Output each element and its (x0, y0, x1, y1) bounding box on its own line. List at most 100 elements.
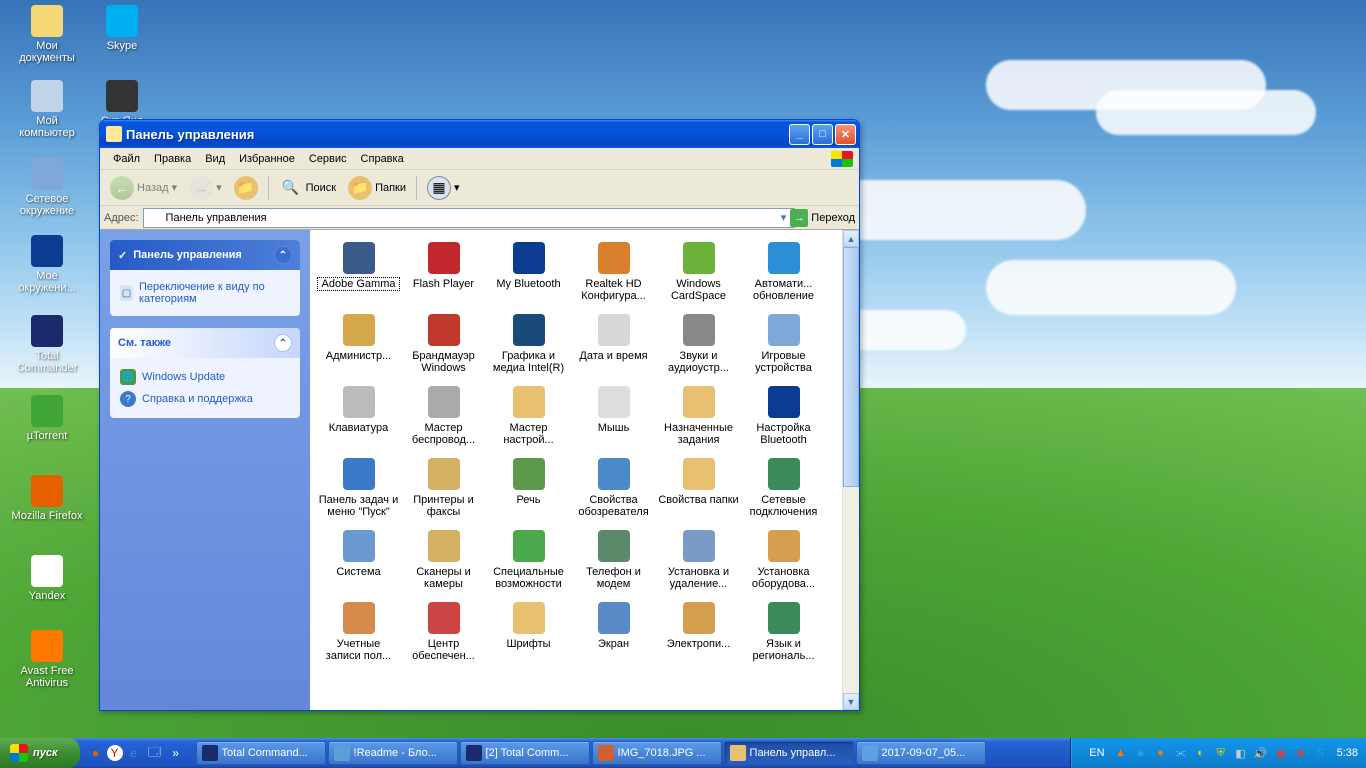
titlebar[interactable]: Панель управления _ □ ✕ (100, 120, 859, 148)
control-panel-item[interactable]: Звуки и аудиоустр... (656, 312, 741, 376)
control-panel-item[interactable]: Сетевые подключения (741, 456, 826, 520)
control-panel-item[interactable]: Учетные записи пол... (316, 600, 401, 664)
control-panel-item[interactable]: Система (316, 528, 401, 592)
control-panel-item[interactable]: Брандмауэр Windows (401, 312, 486, 376)
control-panel-item[interactable]: Администр... (316, 312, 401, 376)
panel-header[interactable]: ✓ Панель управления ⌃ (110, 240, 300, 270)
up-button[interactable]: 📁 (230, 174, 262, 202)
control-panel-item[interactable]: Графика и медиа Intel(R) (486, 312, 571, 376)
control-panel-item[interactable]: Назначенные задания (656, 384, 741, 448)
desktop-icon[interactable]: Мой компьютер (10, 80, 84, 139)
desktop-icon[interactable]: Мое окружени... (10, 235, 84, 294)
control-panel-item[interactable]: Установка оборудова... (741, 528, 826, 592)
search-button[interactable]: 🔍 Поиск (275, 174, 340, 202)
tray-avast-icon[interactable]: ● (1153, 745, 1169, 761)
menu-item[interactable]: Сервис (302, 151, 354, 167)
help-link[interactable]: ? Справка и поддержка (120, 388, 290, 410)
tray-icon[interactable]: ▲ (1113, 745, 1129, 761)
ql-yandex-icon[interactable]: Y (107, 745, 123, 761)
control-panel-item[interactable]: Экран (571, 600, 656, 664)
desktop-icon[interactable]: Total Commander (10, 315, 84, 374)
control-panel-item[interactable]: Панель задач и меню "Пуск" (316, 456, 401, 520)
tray-skype-icon[interactable]: S (1313, 745, 1329, 761)
tray-shield-icon[interactable]: ⛨ (1213, 745, 1229, 761)
app-icon (31, 80, 63, 112)
menu-item[interactable]: Файл (106, 151, 147, 167)
panel-header[interactable]: См. также ⌃ (110, 328, 300, 358)
collapse-icon[interactable]: ⌃ (274, 334, 292, 352)
ql-firefox-icon[interactable]: ● (86, 742, 106, 764)
control-panel-item[interactable]: My Bluetooth (486, 240, 571, 304)
ql-chevron-icon[interactable]: » (166, 742, 186, 764)
tray-volume-icon[interactable]: 🔊 (1253, 745, 1269, 761)
control-panel-item[interactable]: Мастер беспровод... (401, 384, 486, 448)
scroll-down-button[interactable]: ▼ (843, 693, 859, 710)
control-panel-item[interactable]: Центр обеспечен... (401, 600, 486, 664)
start-button[interactable]: пуск (0, 738, 80, 768)
views-button[interactable]: ▦ ▾ (423, 174, 464, 202)
desktop-icon[interactable]: Мои документы (10, 5, 84, 64)
address-dropdown-icon[interactable]: ▾ (781, 211, 787, 224)
control-panel-item[interactable]: Свойства обозревателя (571, 456, 656, 520)
control-panel-item[interactable]: Игровые устройства (741, 312, 826, 376)
control-panel-item[interactable]: Телефон и модем (571, 528, 656, 592)
go-button[interactable]: → Переход (790, 209, 855, 227)
switch-view-link[interactable]: ▢ Переключение к виду по категориям (120, 278, 290, 308)
address-input[interactable] (143, 208, 795, 228)
control-panel-item[interactable]: Windows CardSpace (656, 240, 741, 304)
desktop-icon[interactable]: Mozilla Firefox (10, 475, 84, 522)
desktop-icon[interactable]: Сетевое окружение (10, 158, 84, 217)
tray-icon[interactable]: ▣ (1273, 745, 1289, 761)
control-panel-item[interactable]: Речь (486, 456, 571, 520)
folders-button[interactable]: 📁 Папки (344, 174, 410, 202)
control-panel-item[interactable]: Автомати... обновление (741, 240, 826, 304)
control-panel-item[interactable]: Мышь (571, 384, 656, 448)
desktop-icon[interactable]: Avast Free Antivirus (10, 630, 84, 689)
scroll-up-button[interactable]: ▲ (843, 230, 859, 247)
desktop-icon[interactable]: µTorrent (10, 395, 84, 442)
menu-item[interactable]: Правка (147, 151, 198, 167)
control-panel-item[interactable]: Клавиатура (316, 384, 401, 448)
control-panel-item[interactable]: Мастер настрой... (486, 384, 571, 448)
ql-ie-icon[interactable]: e (124, 742, 144, 764)
control-panel-item[interactable]: Настройка Bluetooth (741, 384, 826, 448)
cp-item-icon (343, 602, 375, 634)
language-indicator[interactable]: EN (1085, 747, 1108, 759)
taskbar-task[interactable]: [2] Total Comm... (460, 741, 590, 765)
menu-item[interactable]: Избранное (232, 151, 302, 167)
close-button[interactable]: ✕ (835, 124, 856, 145)
control-panel-item[interactable]: Свойства папки (656, 456, 741, 520)
tray-icon[interactable]: ◐ (1193, 745, 1209, 761)
control-panel-item[interactable]: Электропи... (656, 600, 741, 664)
control-panel-item[interactable]: Установка и удаление... (656, 528, 741, 592)
control-panel-item[interactable]: Принтеры и факсы (401, 456, 486, 520)
control-panel-item[interactable]: Специальные возможности (486, 528, 571, 592)
control-panel-item[interactable]: Шрифты (486, 600, 571, 664)
control-panel-item[interactable]: Flash Player (401, 240, 486, 304)
desktop-icon[interactable]: Skype (85, 5, 159, 52)
windows-update-link[interactable]: 🌐 Windows Update (120, 366, 290, 388)
tray-network-icon[interactable]: ⫘ (1173, 745, 1189, 761)
scroll-thumb[interactable] (843, 247, 859, 487)
menu-item[interactable]: Справка (354, 151, 411, 167)
menu-item[interactable]: Вид (198, 151, 232, 167)
maximize-button[interactable]: □ (812, 124, 833, 145)
control-panel-item[interactable]: Язык и региональ... (741, 600, 826, 664)
control-panel-item[interactable]: Adobe Gamma (316, 240, 401, 304)
control-panel-item[interactable]: Сканеры и камеры (401, 528, 486, 592)
tray-icon[interactable]: ✖ (1293, 745, 1309, 761)
taskbar-task[interactable]: 2017-09-07_05... (856, 741, 986, 765)
taskbar-task[interactable]: Панель управл... (724, 741, 854, 765)
control-panel-item[interactable]: Realtek HD Конфигура... (571, 240, 656, 304)
tray-bluetooth-icon[interactable]: ∗ (1133, 745, 1149, 761)
taskbar-task[interactable]: IMG_7018.JPG ... (592, 741, 722, 765)
taskbar-task[interactable]: !Readme - Бло... (328, 741, 458, 765)
control-panel-item[interactable]: Дата и время (571, 312, 656, 376)
taskbar-task[interactable]: Total Command... (196, 741, 326, 765)
desktop-icon[interactable]: Yandex (10, 555, 84, 602)
minimize-button[interactable]: _ (789, 124, 810, 145)
tray-icon[interactable]: ◧ (1233, 745, 1249, 761)
clock[interactable]: 5:38 (1333, 747, 1358, 759)
ql-desktop-icon[interactable]: 🗔 (145, 742, 165, 764)
collapse-icon[interactable]: ⌃ (274, 246, 292, 264)
